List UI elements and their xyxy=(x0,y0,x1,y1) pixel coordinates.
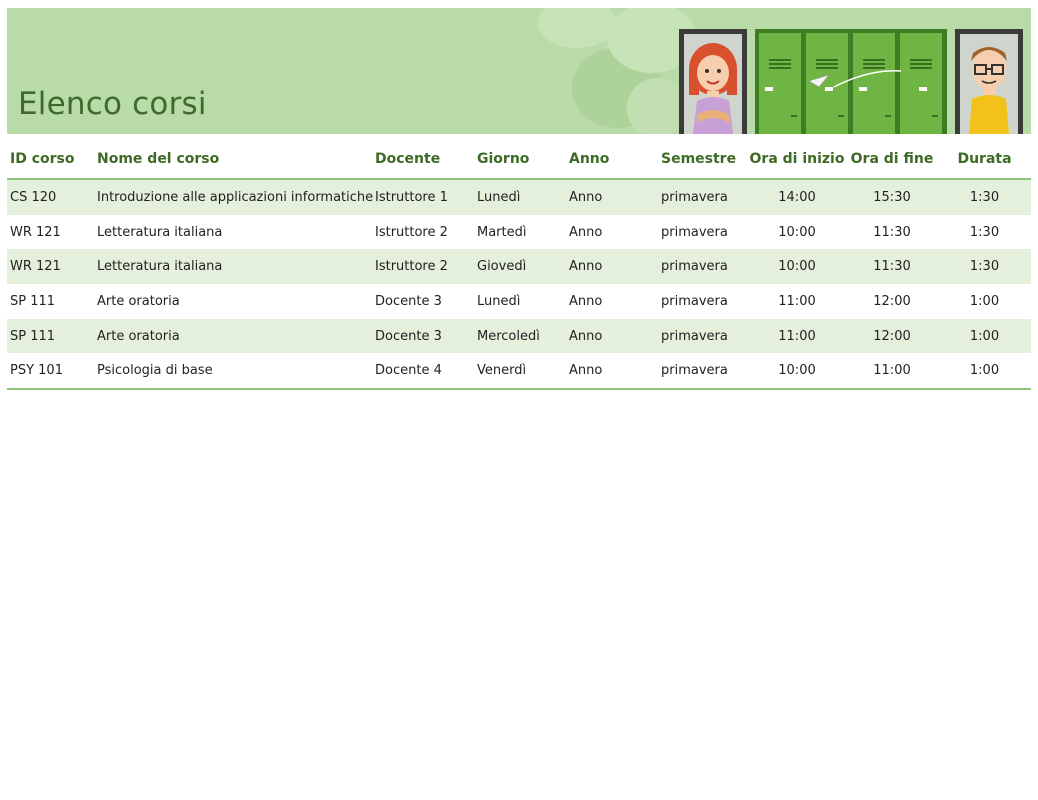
cell-course-name[interactable]: Arte oratoria xyxy=(94,318,372,354)
column-header-instructor[interactable]: Docente xyxy=(372,140,474,180)
table-row: WR 121 Letteratura italiana Istruttore 2… xyxy=(7,215,1031,250)
cell-day[interactable]: Lunedì xyxy=(474,179,566,215)
column-header-day[interactable]: Giorno xyxy=(474,140,566,180)
column-header-end-time[interactable]: Ora di fine xyxy=(846,140,938,180)
cell-instructor[interactable]: Docente 3 xyxy=(372,318,474,354)
column-header-id[interactable]: ID corso xyxy=(7,140,94,180)
cell-end-time[interactable]: 12:00 xyxy=(846,284,938,319)
cell-instructor[interactable]: Docente 4 xyxy=(372,353,474,391)
lockers-icon xyxy=(755,29,947,134)
cell-semester[interactable]: primavera xyxy=(658,215,748,250)
cell-course-name[interactable]: Introduzione alle applicazioni informati… xyxy=(94,179,373,215)
cell-end-time[interactable]: 11:30 xyxy=(846,249,938,285)
cell-semester[interactable]: primavera xyxy=(658,353,748,391)
column-header-year[interactable]: Anno xyxy=(566,140,658,180)
boy-character-icon xyxy=(955,29,1023,134)
table-row: WR 121 Letteratura italiana Istruttore 2… xyxy=(7,249,1031,285)
cell-course-name[interactable]: Arte oratoria xyxy=(94,284,372,319)
cell-duration[interactable]: 1:30 xyxy=(938,179,1031,215)
cell-day[interactable]: Martedì xyxy=(474,215,566,250)
cell-year[interactable]: Anno xyxy=(566,284,658,319)
cell-course-name[interactable]: Letteratura italiana xyxy=(94,249,372,285)
cell-start-time[interactable]: 10:00 xyxy=(748,353,846,391)
cell-day[interactable]: Giovedì xyxy=(474,249,566,285)
cell-instructor[interactable]: Istruttore 1 xyxy=(372,179,474,215)
cell-day[interactable]: Mercoledì xyxy=(474,318,566,354)
cell-day[interactable]: Lunedì xyxy=(474,284,566,319)
page-title: Elenco corsi xyxy=(18,86,207,122)
cell-end-time[interactable]: 12:00 xyxy=(846,318,938,354)
cell-course-name[interactable]: Psicologia di base xyxy=(94,353,372,391)
cell-instructor[interactable]: Docente 3 xyxy=(372,284,474,319)
cell-end-time[interactable]: 15:30 xyxy=(846,179,938,215)
cell-instructor[interactable]: Istruttore 2 xyxy=(372,249,474,285)
cell-year[interactable]: Anno xyxy=(566,353,658,391)
cell-id[interactable]: CS 120 xyxy=(7,179,94,215)
cell-start-time[interactable]: 11:00 xyxy=(748,318,846,354)
cell-semester[interactable]: primavera xyxy=(658,249,748,285)
decor-bubble xyxy=(537,8,617,48)
courses-table: ID corso Nome del corso Docente Giorno A… xyxy=(7,140,1031,391)
cell-start-time[interactable]: 10:00 xyxy=(748,249,846,285)
cell-day[interactable]: Venerdì xyxy=(474,353,566,391)
girl-character-icon xyxy=(679,29,747,134)
cell-id[interactable]: PSY 101 xyxy=(7,353,94,391)
cell-duration[interactable]: 1:30 xyxy=(938,249,1031,285)
column-header-duration[interactable]: Durata xyxy=(938,140,1031,180)
cell-duration[interactable]: 1:00 xyxy=(938,353,1031,391)
cell-semester[interactable]: primavera xyxy=(658,284,748,319)
cell-start-time[interactable]: 11:00 xyxy=(748,284,846,319)
cell-semester[interactable]: primavera xyxy=(658,318,748,354)
cell-id[interactable]: SP 111 xyxy=(7,318,94,354)
header-banner: Elenco corsi xyxy=(7,8,1031,134)
cell-end-time[interactable]: 11:00 xyxy=(846,353,938,391)
column-header-course-name[interactable]: Nome del corso xyxy=(94,140,372,180)
cell-instructor[interactable]: Istruttore 2 xyxy=(372,215,474,250)
cell-start-time[interactable]: 10:00 xyxy=(748,215,846,250)
cell-semester[interactable]: primavera xyxy=(658,179,748,215)
cell-start-time[interactable]: 14:00 xyxy=(748,179,846,215)
decor-bubble xyxy=(627,78,687,134)
table-row: CS 120 Introduzione alle applicazioni in… xyxy=(7,179,1031,215)
cell-year[interactable]: Anno xyxy=(566,215,658,250)
cell-duration[interactable]: 1:00 xyxy=(938,284,1031,319)
table-header-row: ID corso Nome del corso Docente Giorno A… xyxy=(7,140,1031,180)
cell-end-time[interactable]: 11:30 xyxy=(846,215,938,250)
cell-course-name[interactable]: Letteratura italiana xyxy=(94,215,372,250)
school-illustration xyxy=(679,29,1023,134)
table-row: PSY 101 Psicologia di base Docente 4 Ven… xyxy=(7,353,1031,391)
cell-year[interactable]: Anno xyxy=(566,249,658,285)
cell-duration[interactable]: 1:30 xyxy=(938,215,1031,250)
cell-id[interactable]: SP 111 xyxy=(7,284,94,319)
cell-id[interactable]: WR 121 xyxy=(7,215,94,250)
cell-id[interactable]: WR 121 xyxy=(7,249,94,285)
column-header-start-time[interactable]: Ora di inizio xyxy=(748,140,846,180)
cell-year[interactable]: Anno xyxy=(566,318,658,354)
cell-year[interactable]: Anno xyxy=(566,179,658,215)
column-header-semester[interactable]: Semestre xyxy=(658,140,748,180)
cell-duration[interactable]: 1:00 xyxy=(938,318,1031,354)
table-row: SP 111 Arte oratoria Docente 3 Lunedì An… xyxy=(7,284,1031,319)
table-row: SP 111 Arte oratoria Docente 3 Mercoledì… xyxy=(7,318,1031,354)
